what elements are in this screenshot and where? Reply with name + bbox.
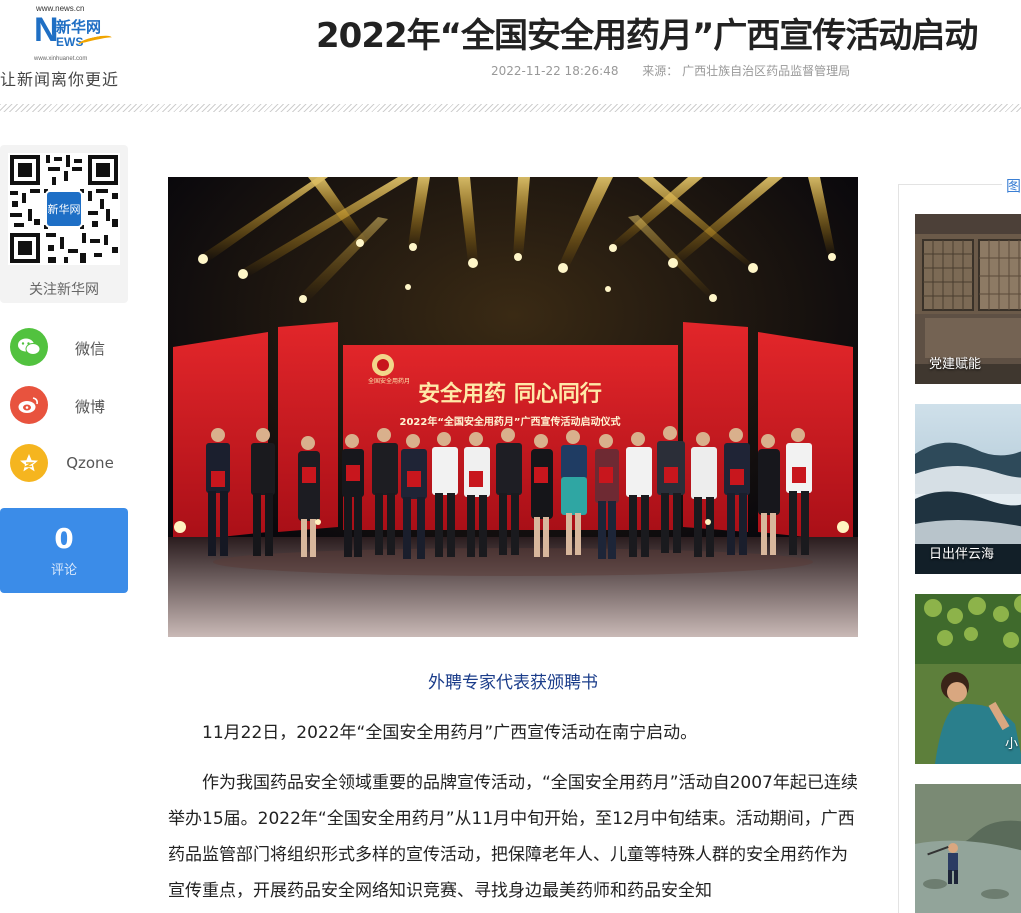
share-wechat-label: 微信	[74, 340, 105, 358]
share-weibo-label: 微博	[74, 398, 105, 416]
backdrop-title-text: 2022年“全国安全用药月”广西宣传活动启动仪式	[400, 415, 621, 428]
backdrop-slogan-text: 安全用药 同心同行	[418, 381, 602, 407]
share-qzone-label: Qzone	[66, 454, 114, 472]
publish-date: 2022-11-22 18:26:48	[491, 64, 619, 78]
xinhua-logo[interactable]: www.news.cn N 新华网 EWS www.xinhuanet.com …	[0, 4, 135, 90]
qr-code-image: 新华网	[8, 153, 120, 265]
comment-label: 评论	[50, 563, 77, 578]
logo-mark: N 新华网 EWS	[34, 13, 114, 57]
article-paragraph: 11月22日，2022年“全国安全用药月”广西宣传活动在南宁启动。	[202, 723, 698, 743]
logo-chinese: 新华网	[56, 18, 102, 36]
logo-domain: www.xinhuanet.com	[34, 56, 88, 62]
article-title: 2022年“全国安全用药月”广西宣传活动启动	[316, 16, 978, 56]
related-picture-caption: 党建赋能	[929, 357, 982, 372]
thumb-stream-image	[915, 784, 1021, 913]
comment-count: 0	[54, 522, 74, 555]
related-picture-caption: 小	[1005, 737, 1019, 752]
related-pictures-heading[interactable]: 图片	[1002, 175, 1021, 196]
comment-button[interactable]: 0 评论	[0, 508, 128, 593]
logo-slogan: 让新闻离你更近	[0, 70, 120, 89]
article-source: 来源： 广西壮族自治区药品监督管理局	[642, 64, 851, 78]
page-header: www.news.cn N 新华网 EWS www.xinhuanet.com …	[0, 0, 1021, 104]
related-picture-item[interactable]: 小	[915, 594, 1021, 764]
share-qzone-button[interactable]: Qzone	[10, 444, 128, 484]
article-paragraph: 作为我国药品安全领域重要的品牌宣传活动，“全国安全用药月”活动自2007年起已连…	[168, 773, 858, 901]
related-picture-item[interactable]: 党建赋能	[915, 214, 1021, 384]
related-picture-item[interactable]	[915, 784, 1021, 913]
stage-photo-image: 全国安全用药月 安全用药 同心同行 2022年“全国安全用药月”广西宣传活动启动…	[168, 177, 858, 637]
qr-follow-label: 关注新华网	[29, 282, 99, 298]
wechat-icon	[10, 328, 48, 366]
article-meta: 2022-11-22 18:26:48 来源： 广西壮族自治区药品监督管理局	[491, 62, 850, 79]
qr-code-panel: 新华网 关注新华网	[0, 145, 128, 303]
qzone-icon	[10, 444, 48, 482]
photo-caption: 外聘专家代表获颁聘书	[428, 673, 598, 693]
weibo-icon	[10, 386, 48, 424]
share-weibo-button[interactable]: 微博	[10, 386, 128, 426]
main-photo: 全国安全用药月 安全用药 同心同行 2022年“全国安全用药月”广西宣传活动启动…	[168, 177, 858, 637]
logo-n-letter: N	[34, 11, 59, 49]
qr-code-icon: 新华网	[8, 153, 120, 265]
backdrop-badge-text: 全国安全用药月	[368, 377, 410, 385]
qr-center-label: 新华网	[48, 202, 81, 216]
article-body: 11月22日，2022年“全国安全用药月”广西宣传活动在南宁启动。 作为我国药品…	[168, 715, 858, 913]
related-picture-item[interactable]: 日出伴云海	[915, 404, 1021, 574]
header-divider	[0, 104, 1021, 112]
share-wechat-button[interactable]: 微信	[10, 328, 128, 368]
related-picture-caption: 日出伴云海	[929, 547, 995, 562]
